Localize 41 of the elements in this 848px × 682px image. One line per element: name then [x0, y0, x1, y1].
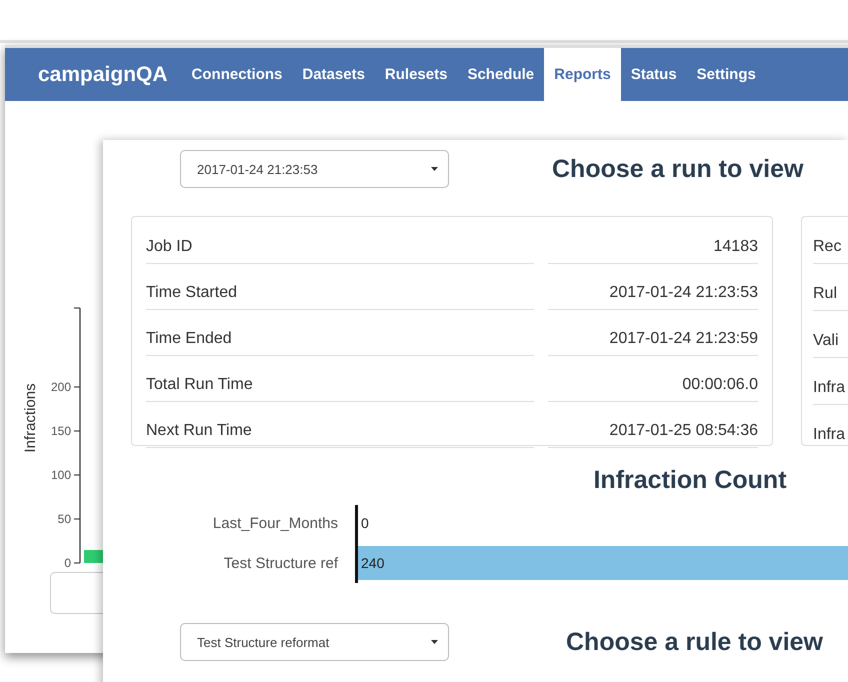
- nav-tab[interactable]: Reports: [544, 48, 621, 101]
- axis-label: Infractions: [22, 383, 39, 453]
- caret-icon: [431, 640, 438, 644]
- nav-tab[interactable]: Status: [620, 48, 687, 101]
- nav-tab[interactable]: Settings: [686, 48, 766, 101]
- nav-tab[interactable]: Rulesets: [374, 48, 458, 101]
- stat-label: Vali: [813, 332, 838, 350]
- count-value: 0: [360, 515, 369, 531]
- tick-label: 50: [58, 512, 71, 526]
- tick-label: 0: [64, 556, 71, 570]
- detail-label: Total Run Time: [146, 369, 534, 402]
- blank-button[interactable]: [50, 572, 103, 614]
- run-select[interactable]: 2017-01-24 21:23:53: [180, 150, 449, 188]
- stat-label: Rec: [813, 238, 842, 256]
- caret-icon: [431, 167, 438, 171]
- detail-label: Next Run Time: [146, 415, 534, 448]
- section-heading: Choose a run to view: [552, 154, 804, 184]
- row-label: Last_Four_Months: [212, 514, 338, 534]
- detail-value: 2017-01-24 21:23:53: [548, 277, 758, 310]
- tick-label: 150: [50, 424, 71, 438]
- brand-logo[interactable]: campaignQA: [38, 48, 168, 101]
- stat-label: Infra: [813, 379, 846, 397]
- detail-value: 14183: [548, 231, 758, 264]
- section-heading: Choose a rule to view: [566, 628, 824, 656]
- detail-value: 00:00:06.0: [548, 369, 758, 402]
- nav-tab[interactable]: Datasets: [292, 48, 375, 101]
- detail-value: 2017-01-25 08:54:36: [548, 415, 758, 448]
- detail-value: 2017-01-24 21:23:59: [548, 323, 758, 356]
- chart-title: Infraction Count: [593, 466, 787, 494]
- nav-tab[interactable]: Connections: [182, 48, 292, 101]
- detail-label: Job ID: [146, 231, 534, 264]
- count-value: 240: [360, 555, 384, 571]
- detail-label: Time Ended: [146, 323, 534, 356]
- row-label: Test Structure ref: [224, 554, 338, 574]
- tick-label: 200: [50, 380, 71, 394]
- tick-label: 100: [50, 468, 71, 482]
- stat-label: Infra: [813, 426, 846, 444]
- stat-label: Rul: [813, 285, 838, 303]
- nav-tab[interactable]: Schedule: [457, 48, 544, 101]
- rule-select[interactable]: Test Structure reformat: [180, 623, 449, 661]
- detail-label: Time Started: [146, 277, 534, 310]
